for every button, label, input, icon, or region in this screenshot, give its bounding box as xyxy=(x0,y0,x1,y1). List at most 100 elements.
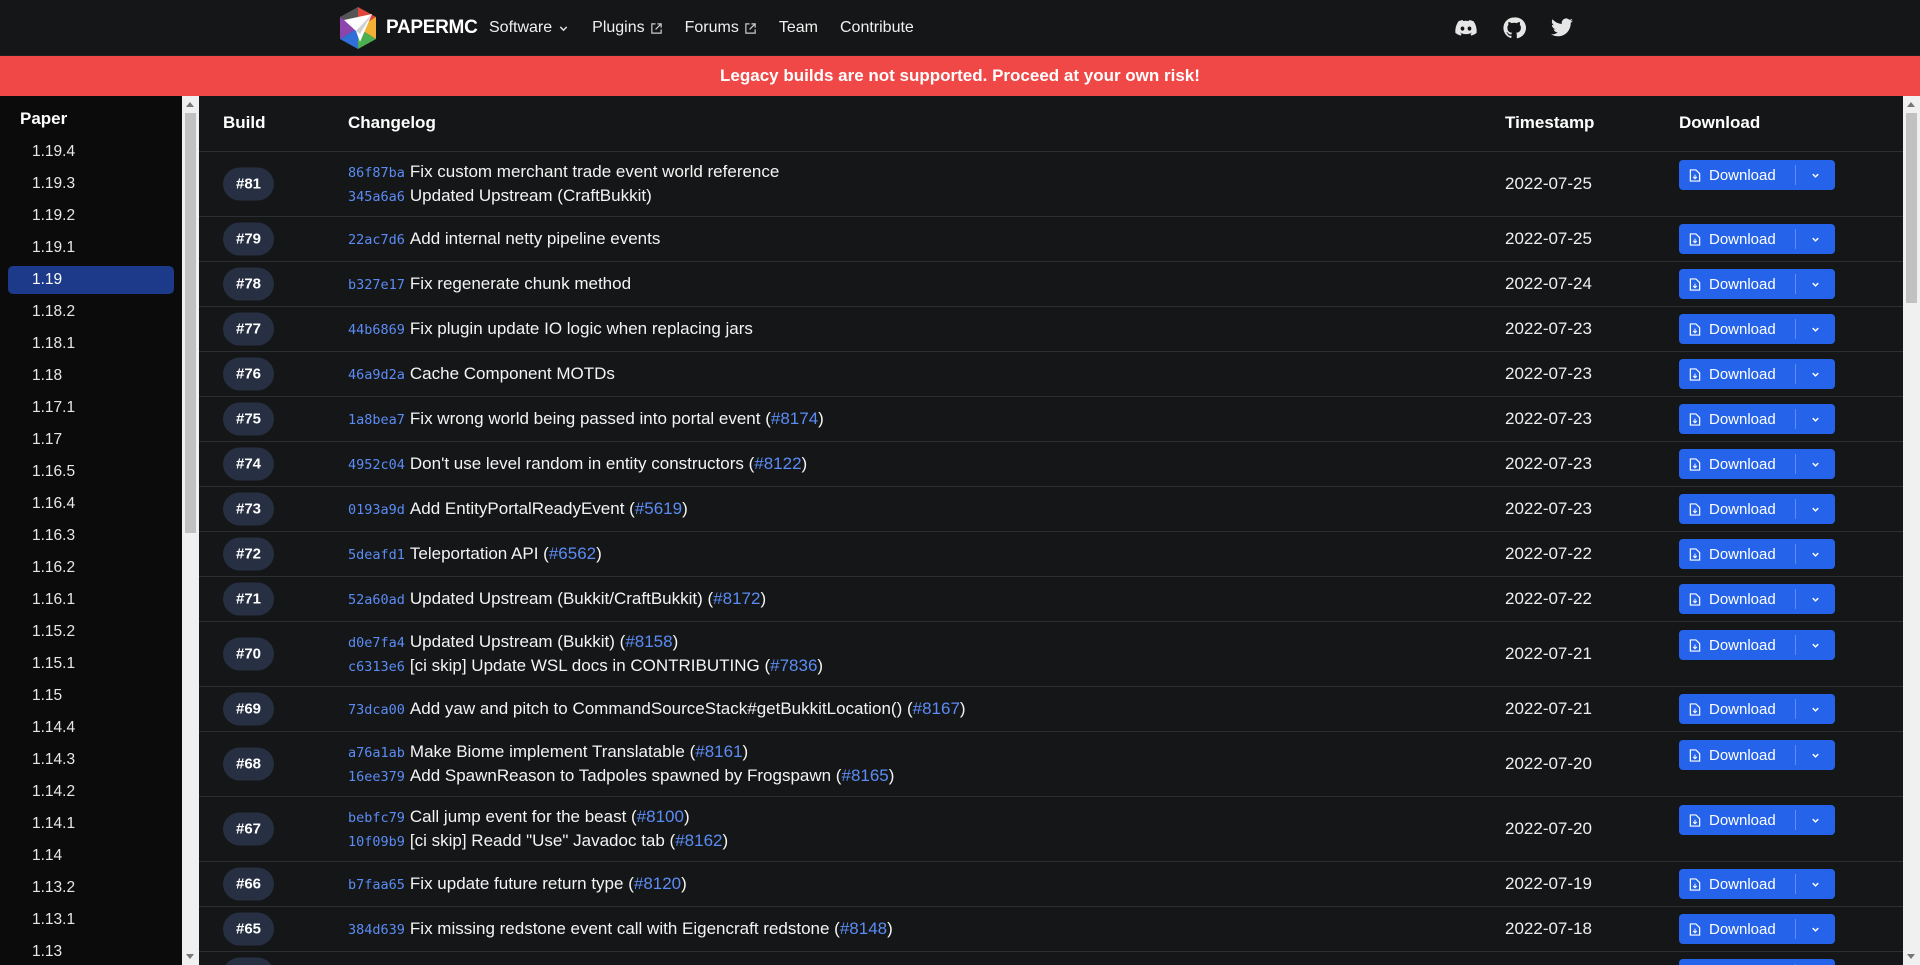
commit-hash-link[interactable]: c6313e6 xyxy=(348,659,405,675)
download-dropdown-toggle[interactable] xyxy=(1796,359,1835,389)
download-button[interactable]: Download xyxy=(1679,314,1795,344)
download-button[interactable]: Download xyxy=(1679,449,1795,479)
sidebar-version-item[interactable]: 1.18.1 xyxy=(8,330,174,358)
sidebar-scroll-thumb[interactable] xyxy=(185,113,196,533)
commit-hash-link[interactable]: b7faa65 xyxy=(348,877,405,893)
commit-hash-link[interactable]: 86f87ba xyxy=(348,165,405,181)
commit-hash-link[interactable]: 384d639 xyxy=(348,922,405,938)
pull-request-link[interactable]: #8122 xyxy=(754,454,801,473)
build-number-badge[interactable]: #68 xyxy=(223,747,274,781)
scroll-down-arrow-icon[interactable] xyxy=(1907,954,1915,959)
commit-hash-link[interactable]: 0193a9d xyxy=(348,502,405,518)
sidebar-version-item[interactable]: 1.16.2 xyxy=(8,554,174,582)
download-button[interactable]: Download xyxy=(1679,224,1795,254)
sidebar-version-item[interactable]: 1.14.2 xyxy=(8,778,174,806)
commit-hash-link[interactable]: 46a9d2a xyxy=(348,367,405,383)
commit-hash-link[interactable]: bebfc79 xyxy=(348,810,405,826)
download-button[interactable]: Download xyxy=(1679,539,1795,569)
download-dropdown-toggle[interactable] xyxy=(1796,404,1835,434)
download-button[interactable]: Download xyxy=(1679,805,1795,835)
build-number-badge[interactable]: #64 xyxy=(223,957,274,965)
download-dropdown-toggle[interactable] xyxy=(1796,269,1835,299)
build-number-badge[interactable]: #78 xyxy=(223,267,274,301)
build-number-badge[interactable]: #71 xyxy=(223,582,274,616)
sidebar-version-item[interactable]: 1.14.3 xyxy=(8,746,174,774)
build-number-badge[interactable]: #66 xyxy=(223,867,274,901)
github-link[interactable] xyxy=(1500,14,1528,42)
download-dropdown-toggle[interactable] xyxy=(1796,740,1835,770)
pull-request-link[interactable]: #5619 xyxy=(635,499,682,518)
sidebar-version-item[interactable]: 1.19.3 xyxy=(8,170,174,198)
build-number-badge[interactable]: #76 xyxy=(223,357,274,391)
download-dropdown-toggle[interactable] xyxy=(1796,449,1835,479)
sidebar-version-item[interactable]: 1.16.3 xyxy=(8,522,174,550)
download-button[interactable]: Download xyxy=(1679,160,1795,190)
sidebar-version-item[interactable]: 1.19.4 xyxy=(8,138,174,166)
commit-hash-link[interactable]: 345a6a6 xyxy=(348,189,405,205)
sidebar-version-item[interactable]: 1.19.2 xyxy=(8,202,174,230)
sidebar-version-item[interactable]: 1.18 xyxy=(8,362,174,390)
pull-request-link[interactable]: #8162 xyxy=(675,831,722,850)
sidebar-version-item[interactable]: 1.15.2 xyxy=(8,618,174,646)
commit-hash-link[interactable]: 5deafd1 xyxy=(348,547,405,563)
pull-request-link[interactable]: #8161 xyxy=(695,742,742,761)
sidebar-scrollbar[interactable] xyxy=(182,96,199,965)
build-number-badge[interactable]: #69 xyxy=(223,692,274,726)
download-dropdown-toggle[interactable] xyxy=(1796,224,1835,254)
build-number-badge[interactable]: #81 xyxy=(223,167,274,201)
build-number-badge[interactable]: #70 xyxy=(223,637,274,671)
download-button[interactable]: Download xyxy=(1679,630,1795,660)
build-number-badge[interactable]: #75 xyxy=(223,402,274,436)
build-number-badge[interactable]: #79 xyxy=(223,222,274,256)
download-dropdown-toggle[interactable] xyxy=(1796,630,1835,660)
sidebar-version-item[interactable]: 1.13.1 xyxy=(8,906,174,934)
commit-hash-link[interactable]: 52a60ad xyxy=(348,592,405,608)
nav-plugins[interactable]: Plugins xyxy=(592,19,662,37)
download-dropdown-toggle[interactable] xyxy=(1796,694,1835,724)
sidebar-version-item[interactable]: 1.13 xyxy=(8,938,174,965)
sidebar-version-item[interactable]: 1.14.1 xyxy=(8,810,174,838)
commit-hash-link[interactable]: 10f09b9 xyxy=(348,834,405,850)
sidebar-version-item[interactable]: 1.19.1 xyxy=(8,234,174,262)
nav-software[interactable]: Software xyxy=(489,19,570,37)
commit-hash-link[interactable]: 1a8bea7 xyxy=(348,412,405,428)
download-dropdown-toggle[interactable] xyxy=(1796,314,1835,344)
download-button[interactable]: Download xyxy=(1679,584,1795,614)
sidebar-version-item[interactable]: 1.13.2 xyxy=(8,874,174,902)
build-number-badge[interactable]: #65 xyxy=(223,912,274,946)
pull-request-link[interactable]: #8148 xyxy=(840,919,887,938)
sidebar-version-item[interactable]: 1.14 xyxy=(8,842,174,870)
main-scroll-thumb[interactable] xyxy=(1906,113,1917,303)
sidebar-version-item[interactable]: 1.19 xyxy=(8,266,174,294)
download-dropdown-toggle[interactable] xyxy=(1796,805,1835,835)
scroll-up-arrow-icon[interactable] xyxy=(186,102,194,107)
commit-hash-link[interactable]: 4952c04 xyxy=(348,457,405,473)
build-number-badge[interactable]: #72 xyxy=(223,537,274,571)
build-number-badge[interactable]: #77 xyxy=(223,312,274,346)
download-dropdown-toggle[interactable] xyxy=(1796,584,1835,614)
commit-hash-link[interactable]: 16ee379 xyxy=(348,769,405,785)
download-button[interactable]: Download xyxy=(1679,959,1795,965)
commit-hash-link[interactable]: d0e7fa4 xyxy=(348,635,405,651)
papermc-logo[interactable]: PAPERMC xyxy=(336,7,478,49)
nav-contribute[interactable]: Contribute xyxy=(840,19,914,37)
sidebar-version-item[interactable]: 1.17.1 xyxy=(8,394,174,422)
download-dropdown-toggle[interactable] xyxy=(1796,494,1835,524)
pull-request-link[interactable]: #8172 xyxy=(713,589,760,608)
build-number-badge[interactable]: #67 xyxy=(223,812,274,846)
sidebar-version-item[interactable]: 1.14.4 xyxy=(8,714,174,742)
sidebar-version-item[interactable]: 1.16.4 xyxy=(8,490,174,518)
sidebar-version-item[interactable]: 1.15.1 xyxy=(8,650,174,678)
nav-team[interactable]: Team xyxy=(779,19,818,37)
download-button[interactable]: Download xyxy=(1679,869,1795,899)
download-button[interactable]: Download xyxy=(1679,269,1795,299)
pull-request-link[interactable]: #8174 xyxy=(771,409,818,428)
download-button[interactable]: Download xyxy=(1679,914,1795,944)
pull-request-link[interactable]: #8120 xyxy=(634,874,681,893)
download-dropdown-toggle[interactable] xyxy=(1796,914,1835,944)
sidebar-version-item[interactable]: 1.17 xyxy=(8,426,174,454)
download-dropdown-toggle[interactable] xyxy=(1796,959,1835,965)
download-button[interactable]: Download xyxy=(1679,740,1795,770)
commit-hash-link[interactable]: 44b6869 xyxy=(348,322,405,338)
pull-request-link[interactable]: #8165 xyxy=(841,766,888,785)
